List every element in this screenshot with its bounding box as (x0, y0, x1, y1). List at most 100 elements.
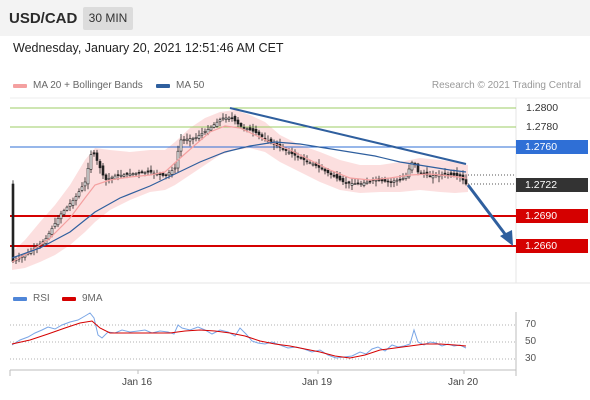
candle-body (464, 179, 468, 185)
candle-body (254, 129, 258, 134)
candle-body (383, 179, 387, 182)
candle-body (116, 174, 120, 176)
candle-body (296, 156, 300, 158)
candle-body (83, 181, 87, 187)
candle-body (191, 138, 195, 140)
candle-body (92, 152, 96, 155)
candle-body (62, 210, 66, 215)
rsi-tick-70: 70 (525, 319, 537, 330)
candle-body (113, 175, 117, 180)
candle-body (401, 178, 405, 180)
candle-body (122, 174, 126, 177)
candle-body (74, 196, 78, 201)
candle-body (239, 123, 243, 127)
candle-body (143, 172, 147, 174)
candle-body (68, 203, 72, 207)
candle-body (71, 200, 75, 206)
candle-body (185, 138, 189, 141)
candle-body (389, 181, 393, 183)
candle-body (431, 175, 435, 179)
candle-body (344, 182, 348, 184)
candle-body (305, 160, 309, 163)
candle-body (110, 176, 114, 179)
candle-body (212, 124, 216, 128)
candle-body (428, 175, 432, 178)
candle-body (257, 131, 261, 135)
last-price-tag: 1.2722 (516, 178, 588, 192)
candle-body (146, 170, 150, 173)
candle-body (119, 174, 123, 177)
candle-body (173, 167, 177, 170)
candle-body (449, 172, 453, 176)
candle-body (50, 228, 54, 235)
date-tick-jan20: Jan 20 (448, 377, 479, 388)
candle-body (224, 117, 228, 120)
candle-body (209, 126, 213, 131)
rsi-tick-30: 30 (525, 353, 537, 364)
candle-body (323, 168, 327, 172)
candle-body (242, 127, 246, 129)
candle-body (125, 172, 129, 175)
candle-body (311, 163, 315, 166)
candle-body (395, 179, 399, 182)
candle-body (419, 172, 423, 175)
candle-body (197, 135, 201, 139)
candle-body (356, 182, 360, 185)
candle-body (233, 116, 237, 122)
support-tag-1.2690: 1.2690 (516, 209, 588, 223)
candle-body (104, 174, 108, 180)
candle-body (188, 138, 192, 142)
ma9-swatch-icon (62, 296, 76, 301)
candle-body (95, 152, 99, 161)
candle-body (161, 172, 165, 176)
candle-body (392, 180, 396, 183)
level-label-1.2780: 1.2780 (526, 121, 559, 133)
candle-body (89, 154, 93, 170)
candle-body (164, 174, 168, 176)
candle-body (230, 117, 234, 119)
candle-body (443, 172, 447, 175)
candle-body (284, 149, 288, 151)
rsi-swatch-icon (13, 296, 27, 301)
candle-body (386, 180, 390, 183)
candle-body (56, 218, 60, 226)
candle-body (167, 172, 171, 176)
rsi-line (11, 312, 467, 359)
candle-body (248, 127, 252, 131)
candle-body (455, 172, 459, 176)
candle-body (107, 178, 111, 180)
date-tick-jan19: Jan 19 (302, 377, 333, 388)
candle-body (134, 173, 138, 175)
candle-body (353, 183, 357, 185)
legend-rsi: RSI (13, 293, 50, 304)
level-label-1.2800: 1.2800 (526, 102, 559, 114)
candle-body (326, 169, 330, 174)
candle-body (398, 178, 402, 181)
candle-body (338, 175, 342, 181)
legend-9ma-label: 9MA (82, 293, 103, 304)
candle-body (137, 172, 141, 174)
candle-body (59, 213, 63, 220)
candle-body (101, 165, 105, 176)
candle-body (170, 170, 174, 175)
candle-body (320, 167, 324, 170)
legend-9ma: 9MA (62, 293, 103, 304)
candle-body (299, 157, 303, 159)
candle-body (203, 131, 207, 133)
pivot-tag-1.2760: 1.2760 (516, 140, 588, 154)
candle-body (215, 121, 219, 127)
candle-body (368, 180, 372, 183)
candle-body (287, 151, 291, 154)
candle-body (98, 161, 102, 169)
candle-body (281, 148, 285, 150)
candle-body (140, 171, 144, 174)
candle-body (80, 186, 84, 191)
candle-body (365, 181, 369, 184)
candle-body (236, 119, 240, 125)
candle-body (221, 117, 225, 120)
rsi-9ma-line (11, 320, 467, 359)
candle-body (128, 173, 132, 177)
candle-body (218, 119, 222, 123)
candle-body (452, 172, 456, 176)
candle-body (245, 128, 249, 131)
